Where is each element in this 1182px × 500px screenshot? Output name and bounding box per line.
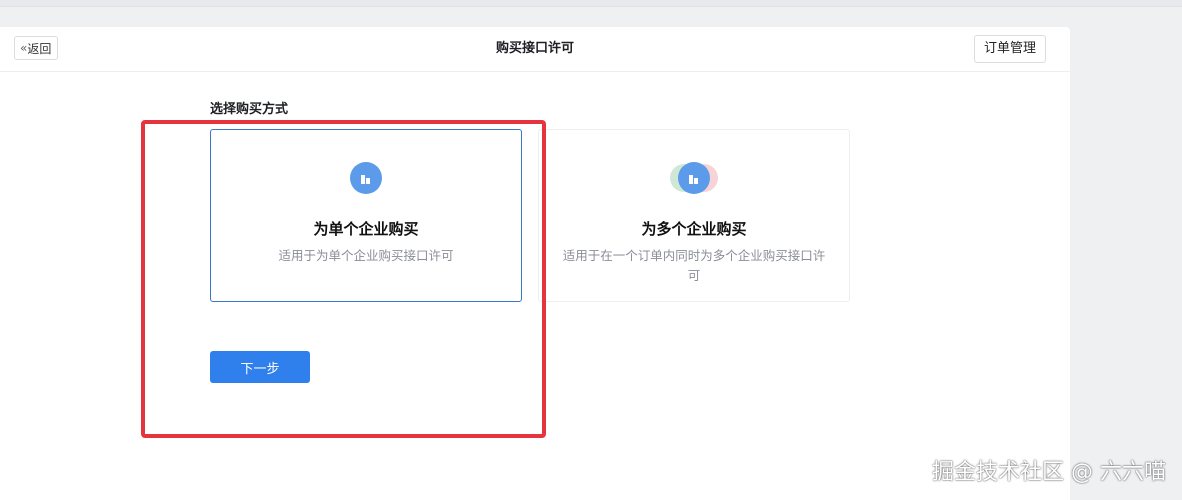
option-title: 为单个企业购买 <box>313 220 419 238</box>
watermark: 掘金技术社区 @ 六六喵 <box>932 460 1166 485</box>
option-title: 为多个企业购买 <box>641 220 747 238</box>
top-strip <box>0 0 1182 7</box>
option-single-enterprise[interactable]: 为单个企业购买 适用于为单个企业购买接口许可 <box>210 129 522 302</box>
building-icon <box>350 162 382 194</box>
page-title: 购买接口许可 <box>495 41 574 56</box>
option-description: 适用于为单个企业购买接口许可 <box>278 248 454 263</box>
panel-header: « 返回 购买接口许可 订单管理 <box>0 27 1070 72</box>
main-panel: « 返回 购买接口许可 订单管理 选择购买方式 为单个企业购买 适用于为单个企业… <box>0 27 1070 500</box>
section-label: 选择购买方式 <box>210 102 289 117</box>
next-step-button[interactable]: 下一步 <box>210 351 310 383</box>
option-description: 适用于在一个订单内同时为多个企业购买接口许可 <box>562 248 826 283</box>
multi-building-icon <box>678 162 710 194</box>
option-multiple-enterprises[interactable]: 为多个企业购买 适用于在一个订单内同时为多个企业购买接口许可 <box>538 129 850 302</box>
order-management-button[interactable]: 订单管理 <box>973 35 1046 63</box>
